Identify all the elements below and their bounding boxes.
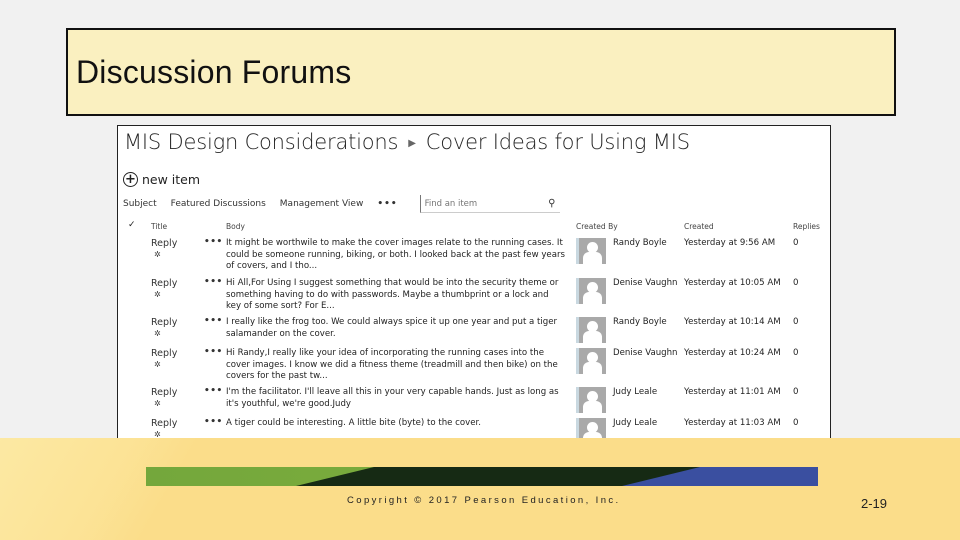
created-by-name[interactable]: Denise Vaughn: [613, 348, 678, 358]
search-icon[interactable]: ⚲: [548, 198, 555, 209]
breadcrumb-separator-icon: ▶: [408, 137, 416, 149]
new-item-button[interactable]: + new item: [123, 172, 200, 187]
created-timestamp: Yesterday at 10:05 AM: [684, 278, 781, 288]
avatar: [576, 387, 606, 413]
item-actions-button[interactable]: •••: [204, 277, 223, 287]
view-tab-subject[interactable]: Subject: [123, 199, 157, 209]
post-body: It might be worthwile to make the cover …: [226, 238, 565, 271]
column-header-replies[interactable]: Replies: [793, 222, 820, 231]
breadcrumb: MIS Design Considerations ▶ Cover Ideas fo…: [124, 130, 690, 154]
view-tabs: Subject Featured Discussions Management …: [123, 195, 560, 213]
created-timestamp: Yesterday at 10:14 AM: [684, 317, 781, 327]
post-body: Hi Randy,I really like your idea of inco…: [226, 348, 558, 381]
column-header-created[interactable]: Created: [684, 222, 714, 231]
replies-count: 0: [793, 387, 799, 397]
reply-link[interactable]: Reply: [151, 387, 177, 398]
settings-gear-icon[interactable]: ✲: [154, 399, 161, 408]
created-by-name[interactable]: Randy Boyle: [613, 238, 667, 248]
new-item-label: new item: [142, 172, 201, 187]
views-more-button[interactable]: •••: [377, 199, 397, 209]
column-header-created-by[interactable]: Created By: [576, 222, 618, 231]
item-actions-button[interactable]: •••: [204, 417, 223, 427]
column-header-title[interactable]: Title: [151, 222, 167, 231]
avatar: [576, 348, 606, 374]
replies-count: 0: [793, 278, 799, 288]
replies-count: 0: [793, 317, 799, 327]
footer-light-shape: [0, 438, 300, 540]
view-tab-featured-discussions[interactable]: Featured Discussions: [171, 199, 266, 209]
discussion-row[interactable]: Reply ✲ ••• It might be worthwile to make t…: [118, 237, 830, 278]
avatar-body-icon: [583, 292, 602, 304]
reply-link[interactable]: Reply: [151, 278, 177, 289]
discussion-row[interactable]: Reply ✲ ••• Hi Randy,I really like your ide…: [118, 347, 830, 388]
post-body: Hi All,For Using I suggest something tha…: [226, 278, 559, 311]
created-timestamp: Yesterday at 11:03 AM: [684, 418, 781, 428]
page-number: 2-19: [861, 496, 888, 511]
breadcrumb-parent[interactable]: MIS Design Considerations: [124, 130, 398, 154]
reply-link[interactable]: Reply: [151, 238, 177, 249]
footer-background: [0, 438, 960, 540]
created-by-name[interactable]: Judy Leale: [613, 418, 657, 428]
item-actions-button[interactable]: •••: [204, 316, 223, 326]
column-header-body[interactable]: Body: [226, 222, 245, 231]
avatar-body-icon: [583, 362, 602, 374]
created-by-name[interactable]: Randy Boyle: [613, 317, 667, 327]
replies-count: 0: [793, 348, 799, 358]
replies-count: 0: [793, 418, 799, 428]
post-body: A tiger could be interesting. A little b…: [226, 418, 481, 428]
copyright-text: Copyright © 2017 Pearson Education, Inc.: [347, 495, 621, 506]
search-box: ⚲: [419, 195, 560, 213]
created-by-name[interactable]: Denise Vaughn: [613, 278, 678, 288]
discussion-row[interactable]: Reply ✲ ••• Hi All,For Using I suggest some…: [118, 277, 830, 318]
post-body: I'm the facilitator. I'll leave all this…: [226, 387, 559, 409]
avatar: [576, 238, 606, 264]
created-timestamp: Yesterday at 9:56 AM: [684, 238, 776, 248]
settings-gear-icon[interactable]: ✲: [154, 290, 161, 299]
avatar-body-icon: [583, 401, 602, 413]
settings-gear-icon[interactable]: ✲: [154, 329, 161, 338]
search-input[interactable]: [424, 198, 535, 209]
slide-title: Discussion Forums: [76, 54, 352, 90]
view-tab-management-view[interactable]: Management View: [280, 199, 364, 209]
settings-gear-icon[interactable]: ✲: [154, 360, 161, 369]
created-timestamp: Yesterday at 10:24 AM: [684, 348, 781, 358]
replies-count: 0: [793, 238, 799, 248]
slide-title-box: Discussion Forums: [66, 28, 896, 116]
created-by-name[interactable]: Judy Leale: [613, 387, 657, 397]
reply-link[interactable]: Reply: [151, 317, 177, 328]
plus-circle-icon: +: [123, 172, 138, 187]
item-actions-button[interactable]: •••: [204, 386, 223, 396]
settings-gear-icon[interactable]: ✲: [154, 250, 161, 259]
reply-link[interactable]: Reply: [151, 348, 177, 359]
avatar: [576, 278, 606, 304]
item-actions-button[interactable]: •••: [204, 347, 223, 357]
avatar: [576, 317, 606, 343]
avatar-body-icon: [583, 252, 602, 264]
select-all-check-icon[interactable]: ✓: [128, 220, 136, 230]
sharepoint-screenshot: MIS Design Considerations ▶ Cover Ideas fo…: [117, 125, 831, 443]
created-timestamp: Yesterday at 11:01 AM: [684, 387, 781, 397]
breadcrumb-current: Cover Ideas for Using MIS: [425, 130, 690, 154]
decorative-color-band: [146, 467, 818, 486]
avatar-body-icon: [583, 331, 602, 343]
reply-link[interactable]: Reply: [151, 418, 177, 429]
post-body: I really like the frog too. We could alw…: [226, 317, 558, 339]
item-actions-button[interactable]: •••: [204, 237, 223, 247]
